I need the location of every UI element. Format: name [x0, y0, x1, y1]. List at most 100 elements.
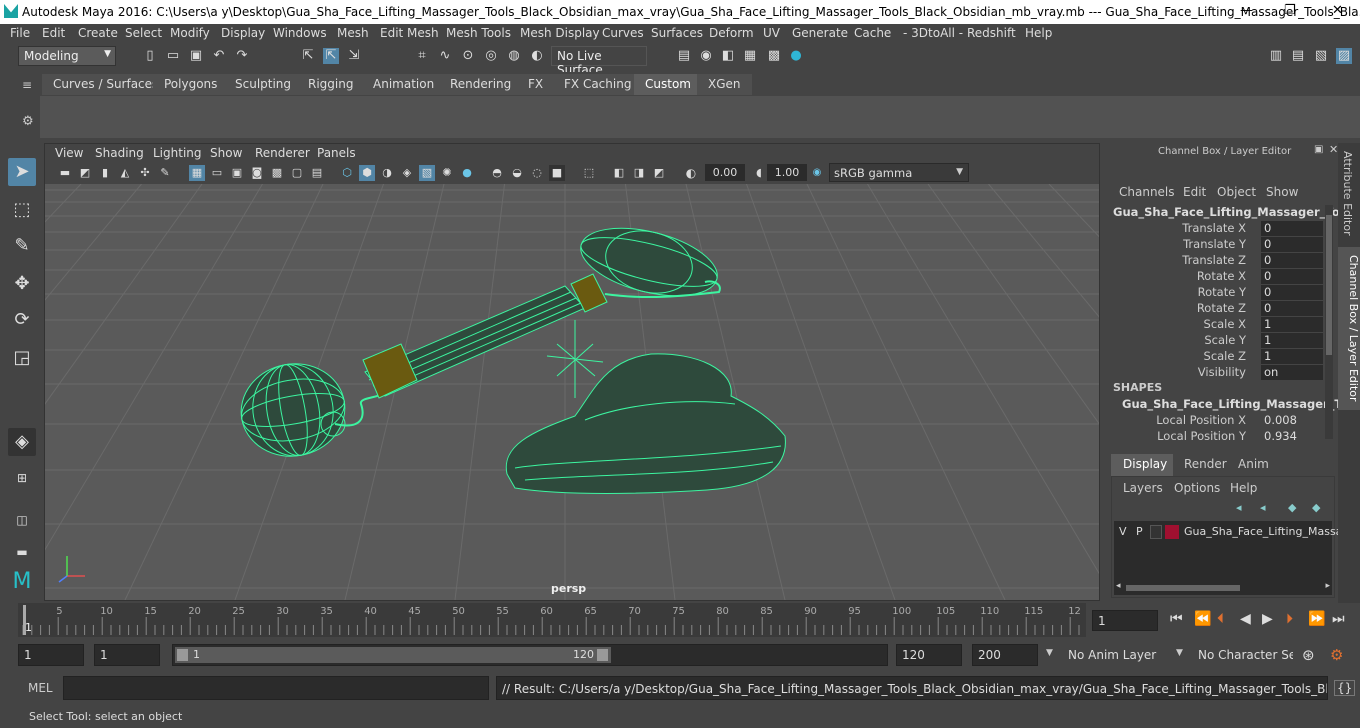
two-pane-layout-icon[interactable]: ◫: [8, 506, 36, 534]
toggle-attr-editor-icon[interactable]: ▤: [1290, 48, 1306, 64]
select-component-icon[interactable]: ⇲: [346, 48, 362, 64]
camera-attr-icon[interactable]: ◩: [77, 165, 93, 181]
play-backwards-icon[interactable]: ◀: [1240, 611, 1251, 627]
viewport-persp[interactable]: View Shading Lighting Show Renderer Pane…: [44, 143, 1100, 601]
menu-edit[interactable]: Edit: [42, 26, 65, 40]
smooth-shade-icon[interactable]: ⬢: [359, 165, 375, 181]
viewport-menu-show[interactable]: Show: [210, 146, 242, 160]
channel-rotate-z[interactable]: Rotate Z0: [1108, 301, 1338, 317]
select-tool-icon[interactable]: ➤: [8, 158, 36, 186]
workspace-icon[interactable]: ▥: [1268, 48, 1284, 64]
step-forward-key-icon[interactable]: ⏩: [1308, 611, 1325, 627]
gamma-icon[interactable]: ◖: [751, 165, 767, 181]
menu-create[interactable]: Create: [78, 26, 118, 40]
open-scene-icon[interactable]: ▭: [165, 48, 181, 64]
image-plane-icon[interactable]: ◭: [117, 165, 133, 181]
ipr-render-icon[interactable]: ◧: [720, 48, 736, 64]
snap-point-icon[interactable]: ⊙: [460, 48, 476, 64]
isolate-select-icon[interactable]: ⬚: [581, 165, 597, 181]
channel-translate-z[interactable]: Translate Z0: [1108, 253, 1338, 269]
textured-icon[interactable]: ◈: [399, 165, 415, 181]
layer-menu-help[interactable]: Help: [1230, 481, 1257, 495]
channel-scale-z[interactable]: Scale Z1: [1108, 349, 1338, 365]
menu-deform[interactable]: Deform: [709, 26, 754, 40]
tab-sculpting[interactable]: Sculpting: [224, 74, 303, 95]
play-forwards-icon[interactable]: ▶: [1262, 611, 1273, 627]
motion-blur-icon[interactable]: ◒: [509, 165, 525, 181]
tab-polygons[interactable]: Polygons: [153, 74, 229, 95]
step-back-frame-icon[interactable]: ⏴: [1217, 611, 1224, 627]
snap-view-icon[interactable]: ◎: [483, 48, 499, 64]
shelf-gear-icon[interactable]: ⚙: [22, 114, 34, 129]
wireframe-icon[interactable]: ⬡: [339, 165, 355, 181]
time-slider-ruler[interactable]: 5 10 15 20 25 30 35 40 45 50 55 60 65 70 75 80 85 90 95 100…: [18, 603, 1086, 637]
scroll-right-icon[interactable]: ▸: [1325, 581, 1330, 591]
tab-rendering[interactable]: Rendering: [439, 74, 523, 95]
script-editor-icon[interactable]: {}: [1334, 680, 1356, 696]
close-button[interactable]: ✕: [1332, 3, 1343, 18]
step-forward-frame-icon[interactable]: ⏵: [1286, 611, 1293, 627]
channel-scale-y[interactable]: Scale Y1: [1108, 333, 1338, 349]
range-slider-bar[interactable]: 1 120: [175, 647, 611, 663]
snap-curve-icon[interactable]: ∿: [437, 48, 453, 64]
gamma-field[interactable]: 1.00: [767, 164, 807, 181]
antialias-icon[interactable]: ◌: [529, 165, 545, 181]
save-scene-icon[interactable]: ▣: [188, 48, 204, 64]
menu-redshift[interactable]: Redshift: [967, 26, 1016, 40]
tab-rigging[interactable]: Rigging: [297, 74, 365, 95]
channel-box-scrollbar[interactable]: [1325, 205, 1333, 439]
layer-playback-toggle[interactable]: P: [1136, 525, 1143, 538]
layer-tab-anim[interactable]: Anim: [1230, 454, 1277, 476]
depth-of-field-icon[interactable]: ■: [549, 165, 565, 181]
menu-curves[interactable]: Curves: [602, 26, 644, 40]
channel-box-side-tab[interactable]: Channel Box / Layer Editor: [1338, 247, 1360, 410]
layer-row[interactable]: V P Gua_Sha_Face_Lifting_Massa: [1114, 523, 1342, 541]
viewport-menu-panels[interactable]: Panels: [317, 146, 356, 160]
toggle-channel-box-icon[interactable]: ▨: [1336, 48, 1352, 64]
auto-key-icon[interactable]: ⊛: [1302, 646, 1315, 664]
close-panel-icon[interactable]: ✕: [1329, 143, 1338, 156]
menu-edit-mesh[interactable]: Edit Mesh: [380, 26, 439, 40]
menu-cache[interactable]: Cache: [854, 26, 891, 40]
viewport-menu-shading[interactable]: Shading: [95, 146, 144, 160]
outliner-layout-icon[interactable]: ▬: [8, 538, 36, 566]
tab-xgen[interactable]: XGen: [697, 74, 752, 95]
menu-3dtoall[interactable]: - 3DtoAll -: [903, 26, 963, 40]
anim-layer-field[interactable]: No Anim Layer: [1062, 644, 1164, 666]
current-frame-field[interactable]: 1: [1092, 610, 1158, 631]
paint-select-tool-icon[interactable]: ✎: [8, 232, 36, 260]
field-chart-icon[interactable]: ▩: [269, 165, 285, 181]
ipr-icon[interactable]: ▦: [742, 48, 758, 64]
scrollbar-thumb[interactable]: [1326, 215, 1332, 355]
xray-joints-icon[interactable]: ◧: [611, 165, 627, 181]
time-slider[interactable]: 5 10 15 20 25 30 35 40 45 50 55 60 65 70 75 80 85 90 95 100…: [0, 603, 1360, 637]
mode-dropdown[interactable]: Modeling ▼: [18, 46, 116, 66]
step-back-key-icon[interactable]: ⏪: [1194, 611, 1211, 627]
channel-translate-x[interactable]: Translate X0: [1108, 221, 1338, 237]
wire-on-shaded-icon[interactable]: ◑: [379, 165, 395, 181]
shadows-icon[interactable]: ●: [459, 165, 475, 181]
color-management-icon[interactable]: ◉: [809, 165, 825, 181]
film-gate-icon[interactable]: ▭: [209, 165, 225, 181]
range-slider-track[interactable]: 1 120: [172, 644, 888, 666]
playback-end-field[interactable]: 120: [896, 644, 962, 666]
snap-grid-icon[interactable]: ⌗: [414, 48, 430, 64]
render-frame-icon[interactable]: ▤: [676, 48, 692, 64]
range-slider-left-handle[interactable]: [177, 649, 188, 661]
ambient-occlusion-icon[interactable]: ◓: [489, 165, 505, 181]
safe-title-icon[interactable]: ▤: [309, 165, 325, 181]
viewport-menu-view[interactable]: View: [55, 146, 83, 160]
layer-visibility-toggle[interactable]: V: [1119, 525, 1127, 538]
select-object-icon[interactable]: ⇱: [323, 48, 339, 64]
channel-menu-edit[interactable]: Edit: [1183, 185, 1206, 199]
handle-collar-left[interactable]: [362, 343, 418, 399]
lights-icon[interactable]: ✺: [439, 165, 455, 181]
tab-animation[interactable]: Animation: [362, 74, 446, 95]
rotate-tool-icon[interactable]: ⟳: [8, 306, 36, 334]
channel-menu-channels[interactable]: Channels: [1119, 185, 1175, 199]
move-layer-up-icon[interactable]: ◂: [1236, 501, 1242, 514]
channel-menu-object[interactable]: Object: [1217, 185, 1256, 199]
bookmark-icon[interactable]: ▮: [97, 165, 113, 181]
gate-mask-icon[interactable]: ◙: [249, 165, 265, 181]
anim-preferences-icon[interactable]: ⚙: [1330, 646, 1343, 664]
